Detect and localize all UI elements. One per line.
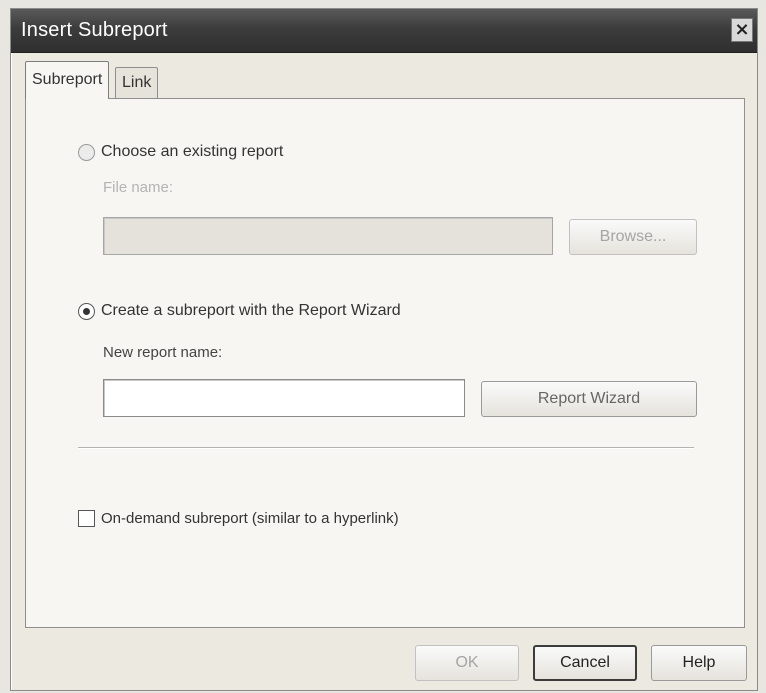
ok-button[interactable]: OK xyxy=(415,645,519,681)
on-demand-option[interactable]: On-demand subreport (similar to a hyperl… xyxy=(78,510,399,527)
close-button[interactable]: × xyxy=(731,18,753,42)
create-with-wizard-radio[interactable] xyxy=(78,302,95,320)
tab-link[interactable]: Link xyxy=(115,67,159,99)
tab-subreport[interactable]: Subreport xyxy=(25,61,110,99)
insert-subreport-dialog: Insert Subreport × Subreport Link Choose… xyxy=(10,8,758,691)
report-wizard-button[interactable]: Report Wizard xyxy=(481,381,697,417)
on-demand-label: On-demand subreport (similar to a hyperl… xyxy=(101,510,399,527)
title-bar[interactable]: Insert Subreport × xyxy=(11,9,757,53)
on-demand-checkbox[interactable] xyxy=(78,510,95,527)
section-divider xyxy=(78,447,694,449)
close-icon: × xyxy=(734,19,750,40)
file-name-input[interactable] xyxy=(103,217,553,255)
browse-button[interactable]: Browse... xyxy=(569,219,697,255)
window-title: Insert Subreport xyxy=(21,19,168,41)
new-report-name-label: New report name: xyxy=(103,344,223,361)
create-with-wizard-option[interactable]: Create a subreport with the Report Wizar… xyxy=(78,302,401,320)
subreport-tab-panel: Choose an existing report File name: Bro… xyxy=(25,98,745,628)
choose-existing-option[interactable]: Choose an existing report xyxy=(78,143,283,161)
new-report-name-input[interactable] xyxy=(103,379,465,417)
create-with-wizard-label: Create a subreport with the Report Wizar… xyxy=(101,302,401,319)
choose-existing-label: Choose an existing report xyxy=(101,143,284,160)
file-name-label: File name: xyxy=(103,179,174,196)
choose-existing-radio[interactable] xyxy=(78,143,95,161)
help-button[interactable]: Help xyxy=(651,645,747,681)
cancel-button[interactable]: Cancel xyxy=(533,645,637,681)
